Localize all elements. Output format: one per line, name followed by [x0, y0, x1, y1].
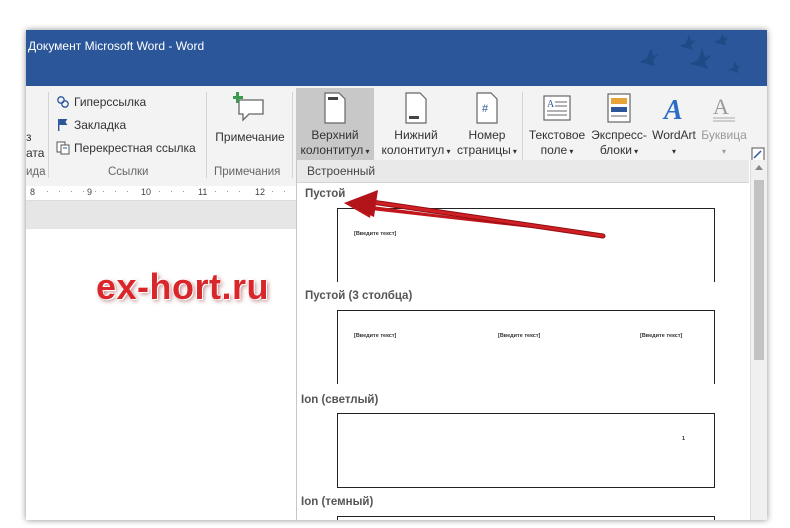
ribbon-separator: [48, 92, 49, 178]
quick-parts-button[interactable]: Экспресс- блоки ▾: [588, 88, 650, 159]
ribbon-separator: [292, 92, 293, 178]
gallery-section-title: Встроенный: [307, 164, 376, 178]
page-number-icon: #: [476, 92, 498, 124]
ruler-mark: 10: [141, 187, 152, 197]
ribbon-separator: [206, 92, 207, 178]
document-gray-margin: [26, 201, 296, 229]
comments-group-label: Примечания: [214, 166, 281, 178]
wordart-label: WordArt: [652, 128, 696, 142]
placeholder-text: [Введите текст]: [640, 333, 683, 339]
dropdown-arrow-icon: ▾: [631, 147, 639, 156]
text-box-label-2: поле: [540, 143, 568, 157]
dropdown-arrow-icon: ▾: [567, 147, 574, 156]
hyperlink-icon: [57, 96, 69, 108]
header-page-icon: [324, 92, 346, 124]
links-group-label: Ссылки: [108, 166, 149, 178]
hyperlink-button[interactable]: Гиперссылка: [56, 94, 206, 112]
placeholder-text: [Введите текст]: [354, 333, 397, 339]
cross-reference-label: Перекрестная ссылка: [74, 141, 196, 155]
gallery-item-ion-light[interactable]: 1: [337, 413, 715, 488]
gallery-item-label: Ion (светлый): [301, 394, 379, 406]
svg-text:#: #: [482, 103, 489, 115]
placeholder-text: [Введите текст]: [498, 333, 541, 339]
cross-reference-button[interactable]: Перекрестная ссылка: [56, 140, 226, 158]
page-number-button[interactable]: # Номер страницы ▾: [454, 88, 520, 159]
hyperlink-label: Гиперссылка: [74, 95, 147, 109]
gallery-item-label: Пустой: [305, 188, 346, 200]
dropdown-arrow-icon: ▾: [510, 147, 517, 156]
gallery-section-header: Встроенный: [297, 160, 749, 183]
horizontal-ruler: 8 9 10 11 12 ····· ··· ··· ··· ··: [26, 186, 296, 201]
gallery-scrollbar[interactable]: [750, 160, 767, 520]
scroll-up-arrow-icon[interactable]: [755, 165, 763, 170]
drop-cap-label: Буквица: [701, 128, 747, 142]
bookmark-flag-icon: [58, 119, 68, 131]
dropdown-arrow-icon: ▾: [363, 147, 370, 156]
comment-button[interactable]: Примечание: [210, 88, 290, 145]
gallery-item-blank[interactable]: [Введите текст]: [337, 208, 715, 282]
header-gallery-dropdown: Встроенный Пустой [Введите текст] Пустой…: [296, 160, 767, 520]
wordart-button[interactable]: A WordArt ▾: [648, 88, 700, 159]
dropdown-arrow-icon: ▾: [444, 147, 451, 156]
page-number-label-1: Номер: [468, 128, 506, 142]
new-comment-icon: [233, 92, 264, 122]
gallery-item-label: Пустой (3 столбца): [305, 290, 413, 302]
page-number-label-2: страницы: [457, 143, 511, 157]
partial-button-text[interactable]: з: [26, 130, 32, 144]
footer-label-1: Нижний: [394, 128, 438, 142]
svg-text:A: A: [713, 94, 729, 119]
partial-group-label: ида: [26, 166, 46, 178]
ruler-mark: 8: [30, 187, 36, 197]
cross-reference-icon: [56, 141, 70, 155]
header-label-2: колонтитул: [300, 143, 364, 157]
title-bar: Документ Microsoft Word - Word: [26, 30, 767, 86]
window-title: Документ Microsoft Word - Word: [28, 39, 205, 53]
text-box-icon: A: [543, 95, 571, 121]
quick-parts-label-2: блоки: [599, 143, 632, 157]
bookmark-label: Закладка: [74, 118, 127, 132]
header-label-1: Верхний: [311, 128, 359, 142]
bookmark-button[interactable]: Закладка: [56, 117, 206, 135]
scrollbar-thumb[interactable]: [754, 180, 764, 360]
birds-decoration-icon: [639, 34, 741, 73]
header-button[interactable]: Верхний колонтитул ▾: [296, 88, 374, 160]
text-box-label-1: Текстовое: [528, 128, 586, 142]
footer-button[interactable]: Нижний колонтитул ▾: [376, 88, 456, 159]
svg-text:A: A: [662, 95, 683, 124]
gallery-item-blank-three-columns[interactable]: [Введите текст] [Введите текст] [Введите…: [337, 310, 715, 384]
dropdown-arrow-icon: ▾: [721, 147, 726, 156]
drop-cap-icon: A: [713, 94, 735, 122]
ruler-mark: 12: [255, 187, 266, 197]
quick-parts-icon: [607, 93, 631, 123]
word-window: Документ Microsoft Word - Word з ата ида…: [26, 30, 767, 520]
footer-page-icon: [405, 92, 427, 124]
text-box-button[interactable]: A Текстовое поле ▾: [526, 88, 588, 159]
partial-button-text-2[interactable]: ата: [26, 146, 44, 160]
ruler-mark: 11: [198, 187, 208, 197]
wordart-icon: A: [662, 95, 683, 124]
gallery-item-label: Ion (темный): [301, 496, 374, 508]
footer-label-2: колонтитул: [381, 143, 445, 157]
watermark-text: ex-hort.ru: [96, 266, 270, 307]
svg-text:A: A: [547, 99, 555, 110]
page-number-placeholder: 1: [682, 436, 686, 442]
drop-cap-button[interactable]: A Буквица ▾: [698, 88, 750, 159]
quick-parts-label-1: Экспресс-: [591, 128, 647, 142]
placeholder-text: [Введите текст]: [354, 231, 397, 237]
gallery-item-ion-dark[interactable]: [337, 516, 715, 520]
comment-label: Примечание: [215, 130, 285, 144]
dropdown-arrow-icon: ▾: [671, 147, 676, 156]
